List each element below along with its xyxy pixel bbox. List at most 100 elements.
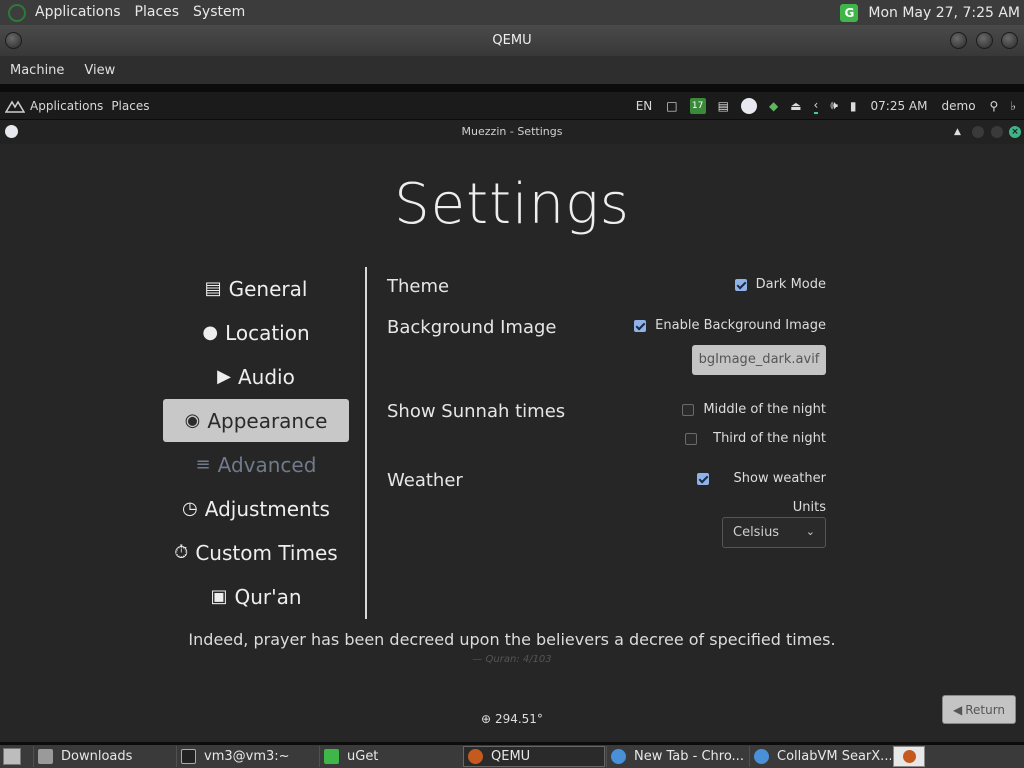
task-collabvm-chrome[interactable]: CollabVM SearX... [749,746,891,767]
units-label: Units [792,500,826,515]
quran-icon: ▣ [210,586,228,607]
app-minimize-button[interactable] [972,126,984,138]
units-select[interactable]: Celsius ⌄ [722,517,826,548]
host-menu-applications[interactable]: Applications [28,0,128,25]
map-pin-icon: ● [202,322,219,343]
nav-label: Advanced [217,452,317,477]
guest-top-panel: Applications Places EN □ 17 ▤ ◆ ⏏ ‹ 🕪 ▮ … [0,92,1024,119]
uget-icon [324,749,339,764]
guest-menu-places[interactable]: Places [111,99,149,113]
qemu-tray-icon[interactable] [893,746,925,767]
bluetooth-icon[interactable] [740,97,757,114]
nav-location[interactable]: ● Location [163,311,349,354]
qemu-icon [468,749,483,764]
background-file-button[interactable]: bgImage_dark.avif [692,345,826,375]
middle-night-checkbox[interactable] [682,403,695,416]
nav-label: Audio [237,364,295,389]
nav-appearance[interactable]: ◉ Appearance [163,399,349,442]
eject-icon[interactable]: ⏏ [790,99,801,113]
divider [365,267,367,619]
qibla-direction: ⊕ 294.51° [0,712,1024,726]
show-weather-checkbox[interactable] [696,472,709,485]
user-name[interactable]: demo [942,99,976,113]
nav-adjustments[interactable]: ◷ Adjustments [163,487,349,530]
volume-icon[interactable]: 🕪 [830,98,838,113]
task-label: uGet [347,749,379,764]
window-menu-button[interactable] [5,32,22,49]
distro-logo-icon[interactable] [8,3,26,22]
keyboard-layout[interactable]: EN [636,99,653,113]
app-titlebar[interactable]: Muezzin - Settings ▲ × [0,120,1024,144]
app-maximize-button[interactable] [991,126,1003,138]
close-button[interactable] [1001,32,1018,49]
task-label: New Tab - Chro... [634,749,744,764]
search-icon[interactable]: ⚲ [990,99,999,113]
bell-icon[interactable]: ♭ [1010,99,1016,113]
menu-view[interactable]: View [74,63,125,78]
dark-mode-checkbox[interactable] [734,278,747,291]
nav-label: Location [225,320,310,345]
nav-audio[interactable]: ▶ Audio [163,355,349,398]
host-menu-system[interactable]: System [186,0,252,25]
nav-label: Qur'an [234,584,302,609]
enable-background-option[interactable]: Enable Background Image [634,318,826,333]
chevron-left-icon[interactable]: ‹ [813,98,819,114]
chat-icon[interactable]: □ [666,99,677,113]
sunnah-times-label: Show Sunnah times [387,401,566,422]
show-weather-label: Show weather [733,471,827,486]
host-taskbar: Downloads vm3@vm3:~ uGet QEMU New Tab - … [0,745,1024,768]
return-label: Return [965,702,1006,717]
nav-label: General [228,276,308,301]
guest-clock[interactable]: 07:25 AM [871,99,928,113]
nav-label: Appearance [207,408,328,433]
uget-tray-icon[interactable]: G [840,3,859,22]
menu-machine[interactable]: Machine [0,63,74,78]
guest-menu-applications[interactable]: Applications [30,99,103,113]
stopwatch-icon: ⏱ [174,542,189,563]
task-label: QEMU [491,749,531,764]
middle-night-option[interactable]: Middle of the night [682,402,826,417]
chevron-down-icon: ⌄ [805,525,815,538]
dark-mode-option[interactable]: Dark Mode [734,277,826,292]
task-label: Downloads [61,749,133,764]
volume-icon: ▶ [217,366,231,387]
task-downloads[interactable]: Downloads [33,746,173,767]
clipboard-icon[interactable]: ▤ [718,99,729,113]
quote-source: — Quran: 4/103 [472,654,552,665]
third-night-option[interactable]: Third of the night [685,431,826,446]
host-menu-places[interactable]: Places [128,0,187,25]
shield-icon[interactable]: ◆ [769,99,778,113]
third-night-checkbox[interactable] [685,432,698,445]
maximize-button[interactable] [976,32,993,49]
page-title: Settings [394,172,630,237]
nav-advanced[interactable]: ≡ Advanced [163,443,349,486]
palette-icon: ◉ [184,410,201,431]
task-uget[interactable]: uGet [319,746,459,767]
app-close-button[interactable]: × [1009,126,1021,138]
task-label: CollabVM SearX... [777,749,891,764]
qemu-titlebar[interactable]: QEMU [0,25,1024,56]
nav-label: Adjustments [204,496,330,521]
calendar-icon[interactable]: 17 [689,97,706,114]
host-clock[interactable]: Mon May 27, 7:25 AM [868,5,1020,21]
show-desktop-icon[interactable] [3,748,21,765]
shade-icon[interactable]: ▲ [954,120,961,144]
chrome-icon [754,749,769,764]
return-button[interactable]: ◀ Return [942,695,1016,724]
arrow-left-circle-icon: ◀ [952,702,963,717]
qemu-title: QEMU [492,33,532,48]
minimize-button[interactable] [950,32,967,49]
task-terminal[interactable]: vm3@vm3:~ [176,746,316,767]
enable-background-checkbox[interactable] [634,319,647,332]
units-value: Celsius [733,525,780,540]
nav-general[interactable]: ▤ General [163,267,349,310]
nav-custom-times[interactable]: ⏱ Custom Times [163,531,349,574]
mountain-logo-icon[interactable] [5,99,25,113]
battery-icon[interactable]: ▮ [850,99,857,113]
task-new-tab-chrome[interactable]: New Tab - Chro... [606,746,746,767]
nav-quran[interactable]: ▣ Qur'an [163,575,349,618]
show-weather-option[interactable]: Show weather [696,471,827,486]
dark-mode-label: Dark Mode [755,277,826,292]
task-qemu[interactable]: QEMU [463,746,605,767]
quote-text: Indeed, prayer has been decreed upon the… [188,630,836,649]
